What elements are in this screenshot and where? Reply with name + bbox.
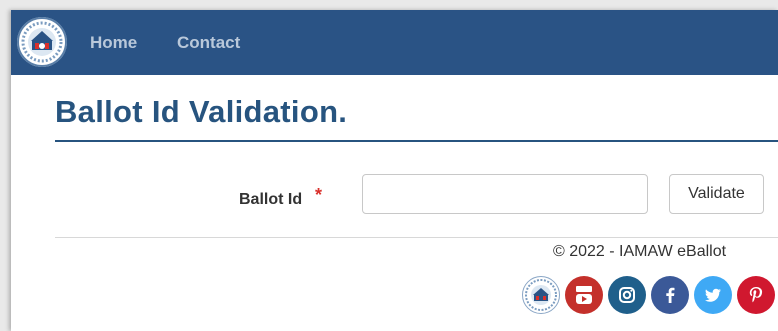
validate-button[interactable]: Validate [669, 174, 764, 214]
copyright-text: © 2022 - IAMAW eBallot [553, 243, 727, 260]
nav-contact[interactable]: Contact [177, 33, 240, 53]
footer-divider [55, 237, 778, 238]
iamaw-logo[interactable] [17, 17, 67, 67]
iamaw-seal-icon [17, 17, 67, 67]
browser-window: Home Contact Ballot Id Validation. Ballo… [11, 10, 778, 331]
instagram-link[interactable] [608, 276, 646, 314]
ballot-id-input[interactable] [362, 174, 648, 214]
twitter-link[interactable] [694, 276, 732, 314]
facebook-link[interactable] [651, 276, 689, 314]
youtube-icon [576, 286, 592, 304]
instagram-icon [619, 287, 635, 303]
pinterest-link[interactable] [737, 276, 775, 314]
pinterest-icon [749, 287, 763, 303]
nav-home[interactable]: Home [90, 33, 137, 53]
twitter-icon [705, 288, 721, 302]
required-marker: * [315, 185, 323, 205]
ballot-id-label: Ballot Id [239, 191, 303, 208]
facebook-icon [666, 287, 675, 303]
youtube-link[interactable] [565, 276, 603, 314]
navbar: Home Contact [11, 10, 778, 75]
iamaw-seal-icon [525, 279, 557, 311]
title-divider [55, 140, 778, 142]
iamaw-social-link[interactable] [522, 276, 560, 314]
page-title: Ballot Id Validation. [55, 94, 348, 129]
